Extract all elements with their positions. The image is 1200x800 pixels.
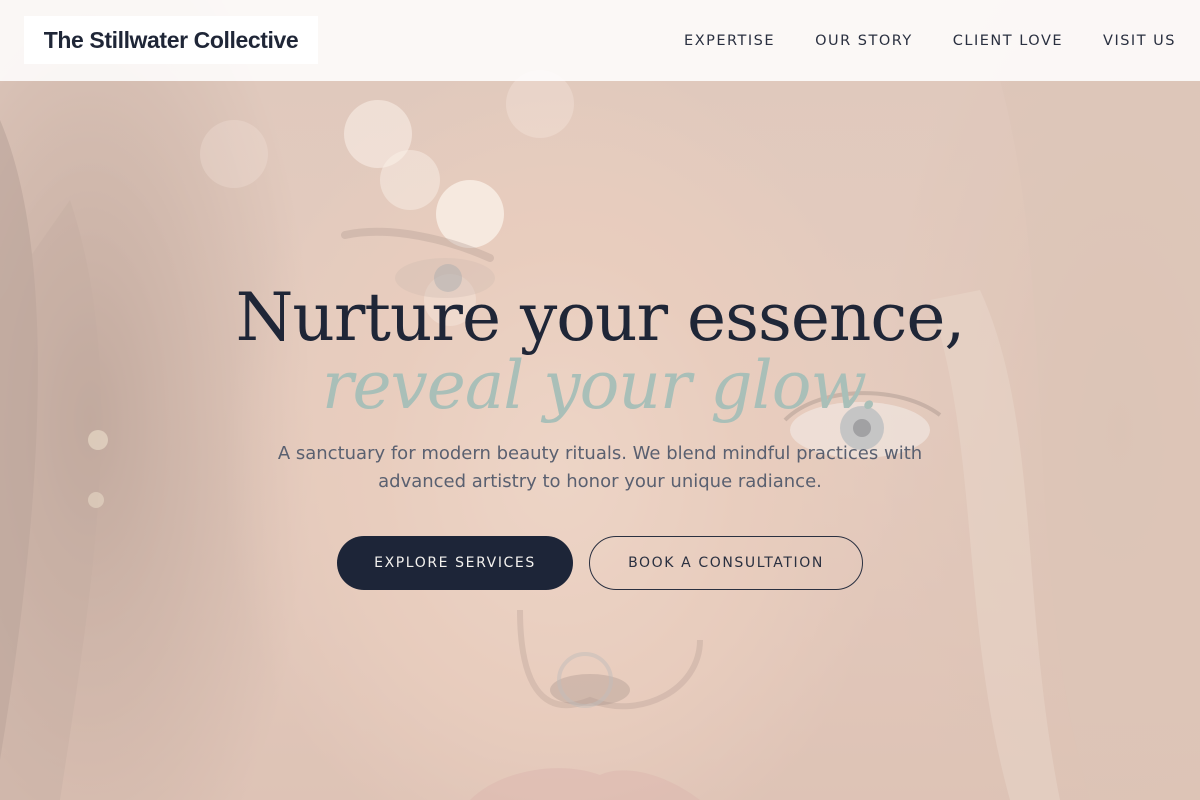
- nav-link-our-story[interactable]: OUR STORY: [815, 33, 913, 49]
- hero-headline: Nurture your essence, reveal your glow.: [0, 280, 1200, 424]
- hero-cta-group: EXPLORE SERVICES BOOK A CONSULTATION: [0, 536, 1200, 590]
- headline-line-2: reveal your glow.: [321, 347, 879, 424]
- site-header: The Stillwater Collective EXPERTISE OUR …: [0, 0, 1200, 81]
- book-consultation-button[interactable]: BOOK A CONSULTATION: [589, 536, 863, 590]
- headline-line-1: Nurture your essence,: [235, 279, 966, 356]
- nav-link-visit-us[interactable]: VISIT US: [1103, 33, 1176, 49]
- landing-page: The Stillwater Collective EXPERTISE OUR …: [0, 0, 1200, 800]
- explore-services-button[interactable]: EXPLORE SERVICES: [337, 536, 573, 590]
- main-nav: EXPERTISE OUR STORY CLIENT LOVE VISIT US: [684, 0, 1176, 81]
- brand-logo[interactable]: The Stillwater Collective: [24, 16, 318, 64]
- hero-section: Nurture your essence, reveal your glow. …: [0, 280, 1200, 590]
- hero-subtitle: A sanctuary for modern beauty rituals. W…: [277, 443, 923, 492]
- nav-link-client-love[interactable]: CLIENT LOVE: [953, 33, 1063, 49]
- nav-link-expertise[interactable]: EXPERTISE: [684, 33, 775, 49]
